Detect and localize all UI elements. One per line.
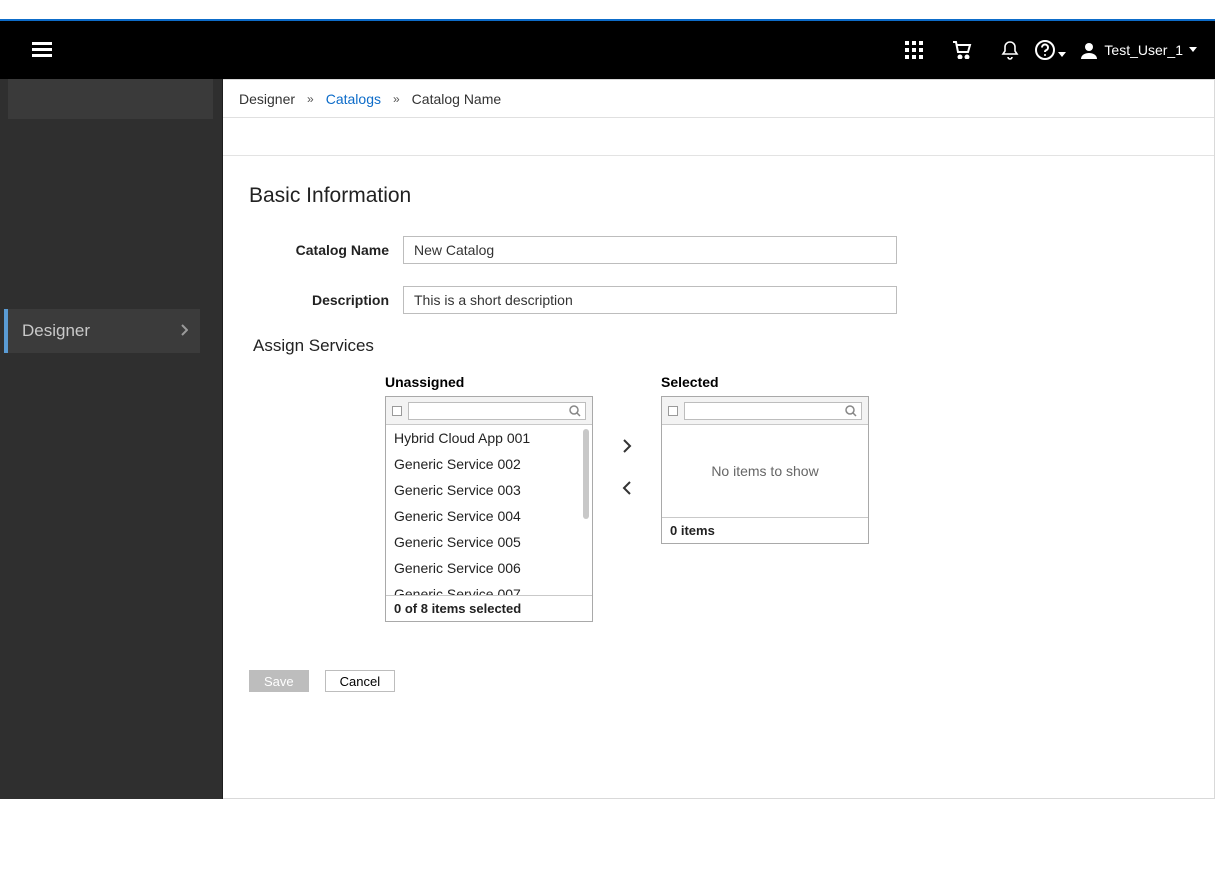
list-item[interactable]: Generic Service 003: [386, 477, 592, 503]
selected-empty-message: No items to show: [662, 425, 868, 517]
help-icon: [1034, 39, 1056, 61]
chevron-left-icon: [622, 481, 632, 495]
cart-icon[interactable]: [938, 21, 986, 79]
label-catalog-name: Catalog Name: [249, 242, 389, 258]
move-right-button[interactable]: [615, 434, 639, 458]
list-item[interactable]: Generic Service 004: [386, 503, 592, 529]
user-name: Test_User_1: [1104, 42, 1183, 58]
section-title-basic-info: Basic Information: [249, 184, 1188, 208]
unassigned-footer: 0 of 8 items selected: [386, 595, 592, 621]
main-panel: Designer » Catalogs » Catalog Name Basic…: [223, 79, 1215, 799]
user-menu[interactable]: Test_User_1: [1080, 41, 1197, 59]
move-left-button[interactable]: [615, 476, 639, 500]
list-item[interactable]: Generic Service 005: [386, 529, 592, 555]
breadcrumb: Designer » Catalogs » Catalog Name: [223, 80, 1214, 118]
sidebar-item-designer[interactable]: Designer: [4, 309, 200, 353]
list-item[interactable]: Generic Service 002: [386, 451, 592, 477]
top-nav: Test_User_1: [0, 21, 1215, 79]
chevron-right-icon: [622, 439, 632, 453]
bell-icon[interactable]: [986, 21, 1034, 79]
list-item[interactable]: Generic Service 006: [386, 555, 592, 581]
scrollbar-thumb[interactable]: [583, 429, 589, 519]
breadcrumb-root: Designer: [239, 91, 295, 107]
sidebar-header-block: [8, 79, 213, 119]
unassigned-search-input[interactable]: [408, 402, 586, 420]
dual-list-picker: Unassigned Hybrid Cloud App 001 Generic …: [385, 374, 1188, 622]
sidebar: Designer: [0, 79, 223, 799]
breadcrumb-separator: »: [307, 92, 314, 106]
breadcrumb-current: Catalog Name: [412, 91, 502, 107]
caret-down-icon: [1058, 52, 1066, 58]
list-item[interactable]: Generic Service 007: [386, 581, 592, 595]
caret-down-icon: [1189, 47, 1197, 53]
apps-grid-icon[interactable]: [890, 21, 938, 79]
input-description[interactable]: [403, 286, 897, 314]
selected-footer: 0 items: [662, 517, 868, 543]
help-menu[interactable]: [1034, 39, 1066, 61]
input-catalog-name[interactable]: [403, 236, 897, 264]
unassigned-label: Unassigned: [385, 374, 593, 390]
selected-label: Selected: [661, 374, 869, 390]
browser-chrome-strip: [0, 0, 1215, 21]
section-title-assign-services: Assign Services: [253, 336, 1188, 356]
unassigned-select-all-checkbox[interactable]: [392, 406, 402, 416]
unassigned-list: Hybrid Cloud App 001 Generic Service 002…: [386, 425, 592, 595]
unassigned-column: Unassigned Hybrid Cloud App 001 Generic …: [385, 374, 593, 622]
selected-search-input[interactable]: [684, 402, 862, 420]
hamburger-menu-icon[interactable]: [18, 21, 66, 79]
save-button[interactable]: Save: [249, 670, 309, 692]
list-item[interactable]: Hybrid Cloud App 001: [386, 425, 592, 451]
label-description: Description: [249, 292, 389, 308]
breadcrumb-separator: »: [393, 92, 400, 106]
selected-select-all-checkbox[interactable]: [668, 406, 678, 416]
search-icon: [845, 405, 857, 417]
chevron-right-icon: [180, 321, 188, 341]
search-icon: [569, 405, 581, 417]
sidebar-item-label: Designer: [22, 321, 90, 341]
breadcrumb-link-catalogs[interactable]: Catalogs: [326, 91, 381, 107]
selected-column: Selected No items to show 0 items: [661, 374, 869, 544]
cancel-button[interactable]: Cancel: [325, 670, 395, 692]
user-icon: [1080, 41, 1098, 59]
